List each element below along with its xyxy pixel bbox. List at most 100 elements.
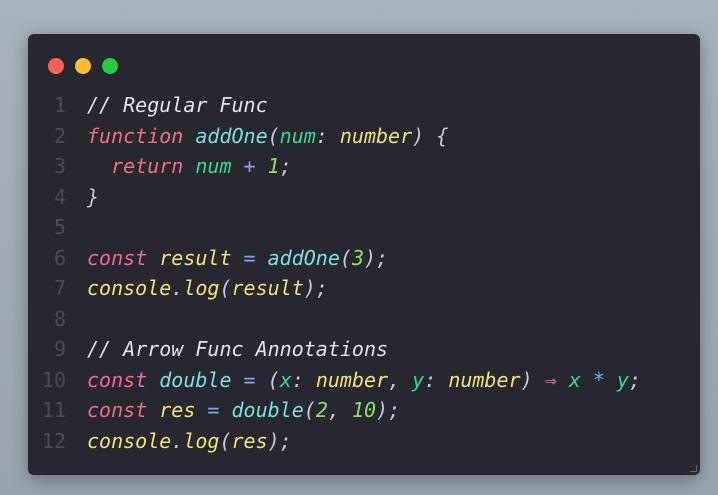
token-punct: ); — [267, 428, 292, 453]
token-function: double — [231, 398, 304, 422]
line-number: 5 — [53, 215, 66, 239]
token-punct: ( — [219, 276, 232, 300]
line-code: console.log(res); — [87, 426, 292, 457]
token-type: number — [448, 367, 521, 392]
token-punct: ); — [303, 276, 328, 300]
line-code: // Regular Func — [87, 90, 268, 121]
token-comment: // Arrow Func Annotations — [87, 337, 389, 361]
token-param: y — [616, 367, 629, 392]
code-line: 3 return num + 1; — [28, 151, 641, 182]
token-punct: ( — [267, 123, 280, 148]
token-punct: ( — [267, 367, 280, 392]
token-punct: : — [424, 367, 449, 392]
token-punct: . — [171, 428, 184, 453]
code-line: 8 — [28, 304, 641, 335]
token-punct: : — [315, 123, 340, 148]
code-line: 6 const result = addOne(3); — [28, 243, 641, 274]
line-number: 12 — [41, 428, 66, 453]
token-number: 3 — [351, 245, 364, 270]
token-punct: , — [388, 367, 413, 392]
token-comment: // Regular Func — [87, 93, 268, 117]
code-line: 7 console.log(result); — [28, 273, 641, 304]
token-arrow: ⇒ — [544, 367, 557, 392]
token-punct: ; — [628, 367, 642, 392]
code-line: 4} — [28, 182, 641, 213]
line-code: return num + 1; — [87, 151, 292, 182]
token-keyword: const — [87, 398, 148, 422]
token-type: number — [339, 123, 413, 148]
line-code: function addOne(num: number) { — [87, 121, 448, 152]
line-number: 4 — [53, 184, 66, 209]
line-code: console.log(result); — [87, 273, 328, 304]
token-punct: ) — [520, 367, 545, 392]
line-number: 11 — [41, 398, 66, 422]
token-number: 1 — [267, 154, 280, 178]
token-param: x — [279, 367, 292, 392]
minimize-button[interactable] — [75, 58, 91, 74]
window-controls — [48, 58, 118, 74]
token-function: addOne — [267, 245, 340, 270]
token-keyword: function — [87, 123, 184, 148]
code-line: 5 — [28, 212, 641, 243]
line-number: 3 — [53, 154, 66, 178]
close-button[interactable] — [48, 58, 64, 74]
token-punct: ( — [339, 245, 352, 270]
token-param: num — [195, 154, 232, 178]
line-code: } — [87, 182, 99, 213]
token-punct: ); — [376, 398, 401, 422]
code-line: 12 console.log(res); — [28, 426, 641, 457]
line-code: const res = double(2, 10); — [87, 395, 400, 426]
token-keyword: const — [87, 367, 148, 392]
token-punct: ( — [219, 428, 232, 453]
line-code: // Arrow Func Annotations — [87, 334, 388, 365]
line-code: const double = (x: number, y: number) ⇒ … — [87, 365, 641, 396]
line-code: const result = addOne(3); — [87, 243, 388, 274]
token-param: num — [279, 123, 316, 148]
token-operator: = — [231, 245, 268, 270]
token-type: res — [159, 398, 196, 422]
token-punct: ( — [303, 398, 316, 422]
token-punct: } — [87, 184, 100, 209]
token-function: double — [159, 367, 232, 392]
code-line: 9 // Arrow Func Annotations — [28, 334, 641, 365]
maximize-button[interactable] — [102, 58, 118, 74]
code-line: 1 // Regular Func — [28, 90, 641, 121]
token-type: log — [183, 276, 220, 300]
resize-handle[interactable] — [690, 465, 697, 472]
token-type: number — [315, 367, 389, 392]
token-punct: ) { — [412, 123, 449, 148]
code-window: 1// Regular Func 2 function addOne(num: nu… — [28, 34, 700, 475]
token-operator: + — [231, 154, 268, 178]
code-line: 11 const res = double(2, 10); — [28, 395, 641, 426]
token-param: x — [568, 367, 581, 392]
token-function: addOne — [195, 123, 268, 148]
token-type: result — [231, 276, 304, 300]
token-type: log — [183, 428, 220, 453]
token-punct: . — [171, 276, 184, 300]
token-keyword: return — [111, 154, 184, 178]
line-number: 6 — [53, 245, 66, 270]
token-keyword: const — [87, 245, 148, 270]
token-punct: , — [327, 398, 352, 422]
line-number: 8 — [53, 306, 66, 331]
line-number: 7 — [53, 276, 66, 300]
token-type: console — [87, 276, 172, 300]
token-type: console — [87, 428, 172, 453]
token-type: result — [159, 245, 232, 270]
line-number: 1 — [53, 93, 66, 117]
code-line: 10 const double = (x: number, y: number) … — [28, 365, 641, 396]
line-number: 10 — [41, 367, 66, 392]
token-param: y — [412, 367, 425, 392]
token-number: 2 — [315, 398, 328, 422]
token-type: res — [231, 428, 268, 453]
line-number: 2 — [53, 123, 66, 148]
token-number: 10 — [351, 398, 377, 422]
token-operator: = — [195, 398, 232, 422]
code-line: 2 function addOne(num: number) { — [28, 121, 641, 152]
line-number: 9 — [53, 337, 66, 361]
